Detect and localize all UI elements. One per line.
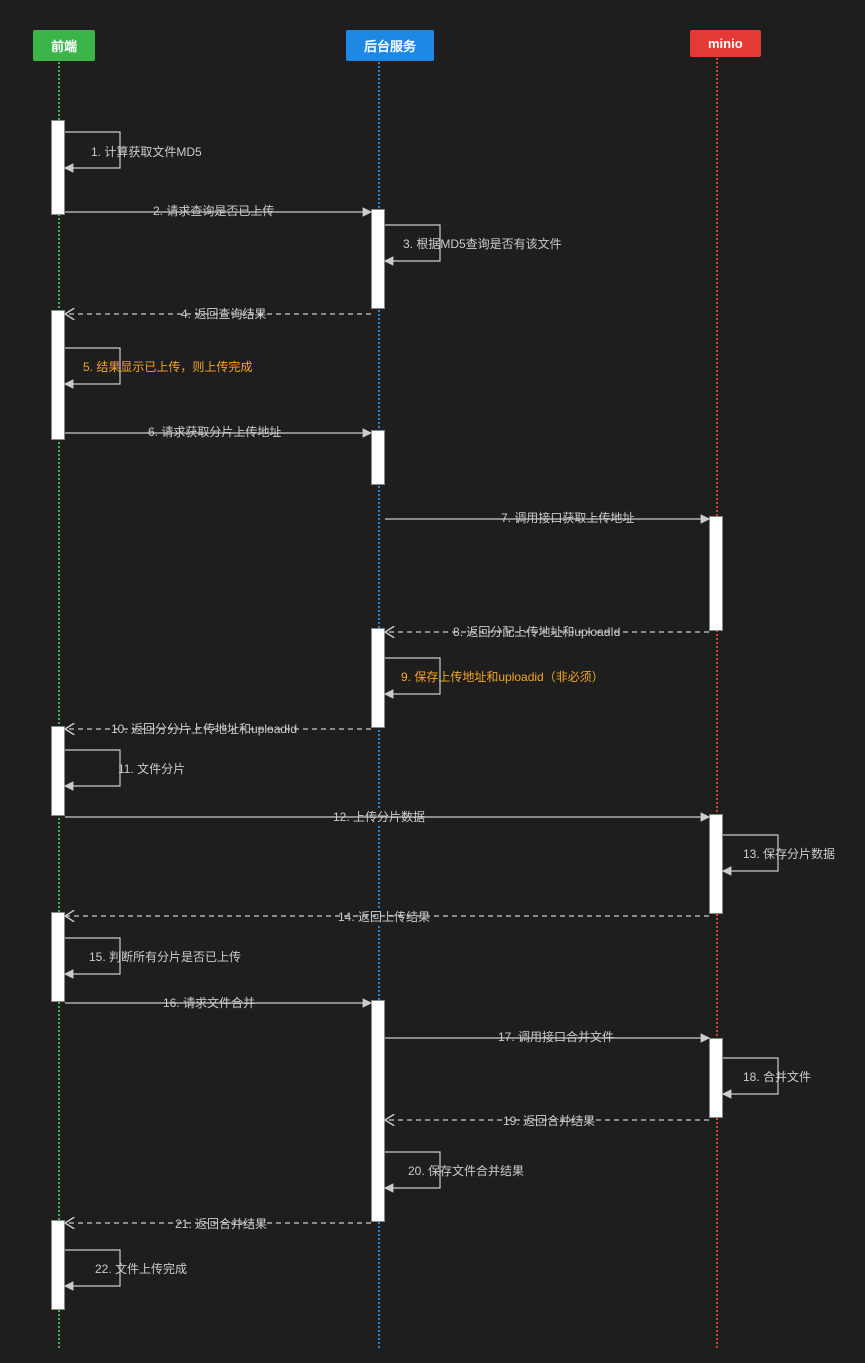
activation	[371, 209, 385, 309]
msg-11: 11. 文件分片	[115, 760, 188, 777]
activation	[371, 628, 385, 728]
msg-4: 4. 返回查询结果	[178, 305, 269, 322]
participant-backend: 后台服务	[346, 30, 434, 61]
msg-15: 15. 判断所有分片是否已上传	[86, 948, 244, 965]
activation	[51, 912, 65, 1002]
activation	[51, 726, 65, 816]
msg-12: 12. 上传分片数据	[330, 808, 428, 825]
msg-1: 1. 计算获取文件MD5	[88, 143, 205, 160]
msg-14: 14. 返回上传结果	[335, 908, 433, 925]
msg-9: 9. 保存上传地址和uploadid（非必须）	[398, 668, 607, 685]
msg-21: 21. 返回合并结果	[172, 1215, 270, 1232]
lifeline-frontend	[58, 58, 60, 1348]
msg-19: 19. 返回合并结果	[500, 1112, 598, 1129]
msg-18: 18. 合并文件	[740, 1068, 814, 1085]
activation	[709, 516, 723, 631]
participant-frontend: 前端	[33, 30, 95, 61]
sequence-diagram: 前端 后台服务 minio 1. 计算获取文件MD5 2. 请求查询是否已上传 …	[0, 0, 865, 1363]
msg-7: 7. 调用接口获取上传地址	[498, 509, 637, 526]
msg-2: 2. 请求查询是否已上传	[150, 202, 277, 219]
activation	[371, 1000, 385, 1222]
activation	[709, 814, 723, 914]
msg-5: 5. 结果显示已上传，则上传完成	[80, 358, 255, 375]
activation	[51, 120, 65, 215]
msg-8: 8. 返回分配上传地址和uploadId	[450, 623, 623, 640]
activation	[51, 1220, 65, 1310]
msg-3: 3. 根据MD5查询是否有该文件	[400, 235, 565, 252]
msg-10: 10. 返回分分片上传地址和uploadId	[108, 720, 300, 737]
msg-13: 13. 保存分片数据	[740, 845, 838, 862]
activation	[709, 1038, 723, 1118]
msg-6: 6. 请求获取分片上传地址	[145, 423, 284, 440]
msg-17: 17. 调用接口合并文件	[495, 1028, 617, 1045]
activation	[371, 430, 385, 485]
participant-minio: minio	[690, 30, 761, 57]
activation	[51, 310, 65, 440]
msg-22: 22. 文件上传完成	[92, 1260, 190, 1277]
msg-20: 20. 保存文件合并结果	[405, 1162, 527, 1179]
lifeline-minio	[716, 58, 718, 1348]
msg-16: 16. 请求文件合并	[160, 994, 258, 1011]
